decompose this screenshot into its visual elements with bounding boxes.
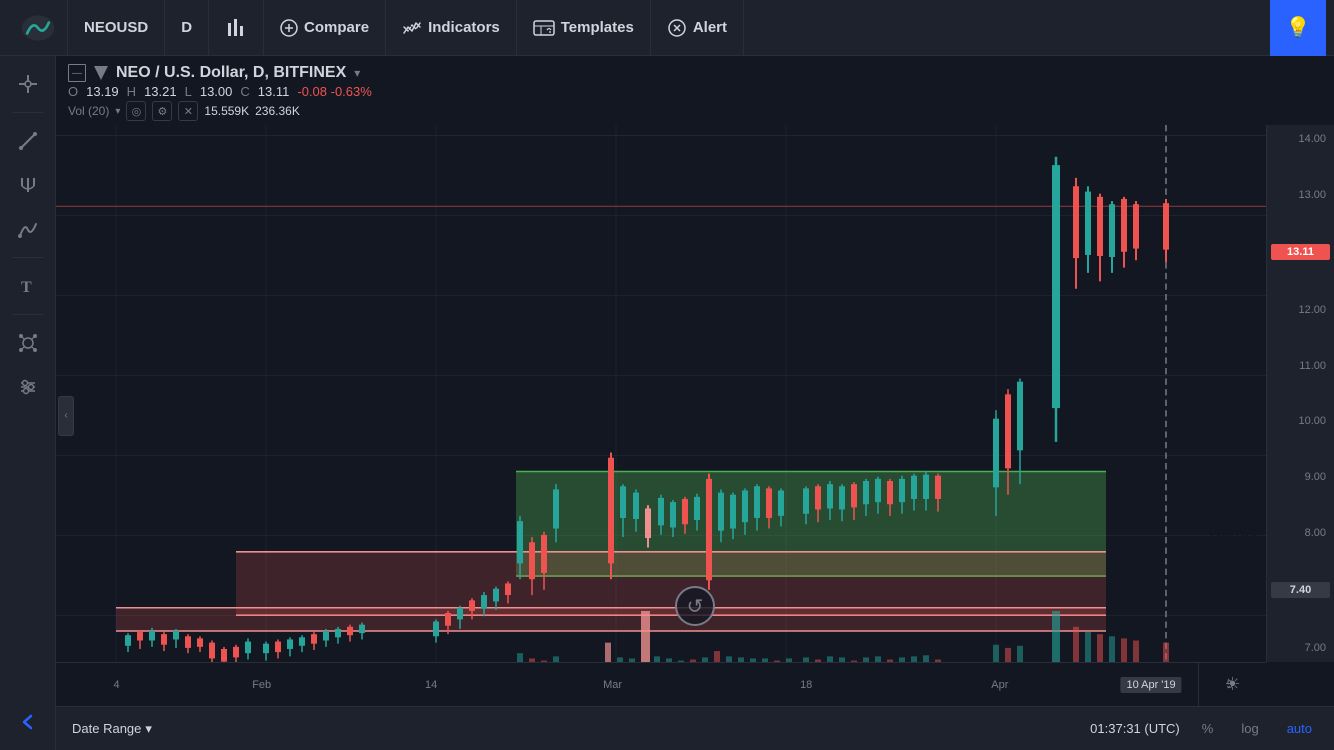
sidebar-divider-3	[12, 314, 44, 315]
reset-button[interactable]: ↺	[675, 586, 715, 626]
date-range-label: Date Range	[72, 721, 141, 736]
bottom-bar: Date Range ▾ 01:37:31 (UTC) % log auto	[56, 706, 1334, 750]
text-tool[interactable]: T	[8, 266, 48, 306]
price-14: 14.00	[1271, 133, 1330, 145]
vol-value1: 15.559K	[204, 104, 249, 118]
price-7: 7.00	[1271, 642, 1330, 654]
adjust-tool[interactable]	[8, 367, 48, 407]
change-value: -0.08 -0.63%	[297, 84, 371, 99]
chart-area: — NEO / U.S. Dollar, D, BITFINEX ▾ O 13.…	[56, 56, 1334, 750]
log-button[interactable]: log	[1235, 719, 1264, 738]
vol-row: Vol (20) ▾ ◎ ⚙ ✕ 15.559K 236.36K	[68, 101, 1322, 121]
high-value: 13.21	[144, 84, 177, 99]
timeframe-button[interactable]: D	[165, 0, 209, 56]
bar-chart-icon	[225, 17, 247, 39]
pct-button[interactable]: %	[1196, 719, 1220, 738]
time-label-18: 18	[800, 679, 812, 691]
sidebar-divider-1	[12, 112, 44, 113]
low-value: 13.00	[200, 84, 233, 99]
templates-button[interactable]: Templates	[517, 0, 651, 56]
symbol-flag-icon	[94, 66, 108, 80]
curve-tool[interactable]	[8, 209, 48, 249]
date-range-chevron-icon: ▾	[145, 721, 152, 737]
price-axis: 14.00 13.00 13.11 12.00 11.00 10.00 9.00…	[1266, 125, 1334, 662]
vol-value2: 236.36K	[255, 104, 300, 118]
close-value: 13.11	[258, 84, 290, 99]
price-10: 10.00	[1271, 415, 1330, 427]
stop2-label: Stop 2	[1209, 623, 1258, 641]
auto-button[interactable]: auto	[1281, 719, 1318, 738]
time-axis: 4 Feb 14 Mar 18 Apr 10 Apr '19 5 ☀	[56, 662, 1266, 706]
line-icon	[17, 130, 39, 152]
range-label: Range	[1209, 523, 1258, 541]
crosshair-tool[interactable]	[8, 64, 48, 104]
chart-settings-button[interactable]: ☀	[1198, 663, 1266, 707]
ohlc-row: O 13.19 H 13.21 L 13.00 C 13.11 -0.08 -0…	[68, 84, 1322, 99]
candlestick-chart	[56, 125, 1266, 706]
time-label-mar: Mar	[603, 679, 622, 691]
price-8: 8.00	[1271, 527, 1330, 539]
indicators-button[interactable]: Indicators	[386, 0, 517, 56]
time-label-feb: Feb	[252, 679, 271, 691]
current-price-label: 13.11	[1271, 244, 1330, 260]
back-icon	[17, 711, 39, 733]
price-11: 11.00	[1271, 360, 1330, 372]
vol-settings-icon[interactable]: ⚙	[152, 101, 172, 121]
current-date-label: 10 Apr '19	[1120, 677, 1181, 693]
chart-type-button[interactable]	[209, 0, 264, 56]
price-9: 9.00	[1271, 471, 1330, 483]
templates-icon	[533, 19, 555, 37]
vol-close-icon[interactable]: ✕	[178, 101, 198, 121]
node-icon	[17, 332, 39, 354]
text-icon: T	[17, 275, 39, 297]
node-tool[interactable]	[8, 323, 48, 363]
utc-time-display: 01:37:31 (UTC)	[1090, 721, 1180, 736]
back-tool[interactable]	[8, 702, 48, 742]
compare-button[interactable]: Compare	[264, 0, 386, 56]
time-label-apr: Apr	[991, 679, 1008, 691]
sidebar-divider-2	[12, 257, 44, 258]
indicators-icon	[402, 19, 422, 37]
price-13: 13.00	[1271, 189, 1330, 201]
title-dropdown-icon[interactable]: ▾	[354, 66, 360, 80]
time-label-jan4: 4	[113, 679, 119, 691]
time-label-14: 14	[425, 679, 437, 691]
crosshair-icon	[17, 73, 39, 95]
chart-header: — NEO / U.S. Dollar, D, BITFINEX ▾ O 13.…	[56, 56, 1334, 125]
chart-canvas[interactable]: Range Stop 1 Stop 2 ↺ 14.00 13.00 13.11 …	[56, 125, 1334, 706]
stop1-label: Stop 1	[1209, 583, 1258, 601]
plus-circle-icon	[280, 19, 298, 37]
minimize-icon[interactable]: —	[68, 64, 86, 82]
open-value: 13.19	[86, 84, 119, 99]
pitchfork-tool[interactable]	[8, 165, 48, 205]
dashed-ref-price: 7.40	[1271, 582, 1330, 598]
main-layout: T	[0, 56, 1334, 750]
price-12: 12.00	[1271, 304, 1330, 316]
pitchfork-icon	[17, 174, 39, 196]
vol-label: Vol (20)	[68, 104, 109, 118]
left-sidebar: T	[0, 56, 56, 750]
collapse-sidebar-button[interactable]: ‹	[58, 396, 74, 436]
line-tool[interactable]	[8, 121, 48, 161]
curve-icon	[17, 218, 39, 240]
vol-eye-icon[interactable]: ◎	[126, 101, 146, 121]
alert-icon	[667, 18, 687, 38]
chart-symbol: NEO / U.S. Dollar, D, BITFINEX	[116, 64, 346, 82]
logo[interactable]	[8, 0, 68, 56]
alert-button[interactable]: Alert	[651, 0, 744, 56]
idea-button[interactable]: 💡	[1270, 0, 1326, 56]
symbol-label[interactable]: NEOUSD	[68, 0, 165, 56]
svg-text:T: T	[21, 279, 32, 296]
toolbar: NEOUSD D Compare Indicators	[0, 0, 1334, 56]
adjust-icon	[17, 376, 39, 398]
date-range-button[interactable]: Date Range ▾	[72, 721, 152, 737]
